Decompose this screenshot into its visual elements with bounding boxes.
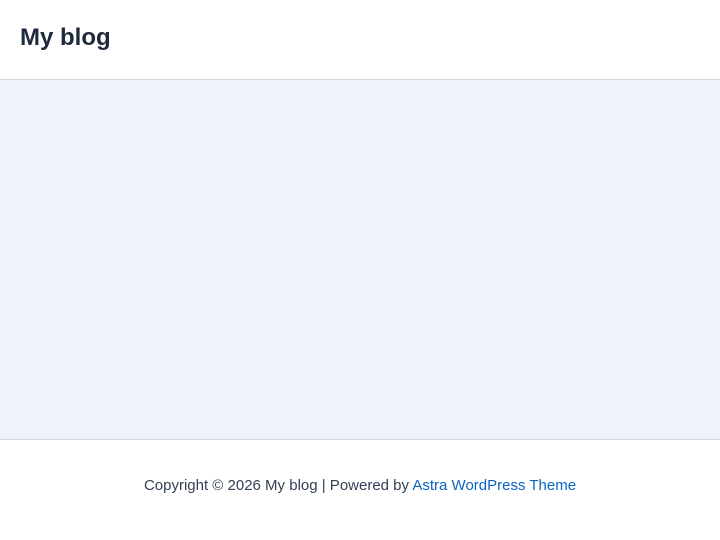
site-footer: Copyright © 2026 My blog | Powered by As…	[0, 439, 720, 540]
site-title-link[interactable]: My blog	[20, 23, 111, 53]
main-content-area	[0, 80, 720, 439]
footer-copyright: Copyright © 2026 My blog | Powered by As…	[0, 476, 720, 496]
copyright-text: Copyright © 2026 My blog | Powered by	[143, 477, 413, 494]
site-header: My blog	[0, 0, 720, 80]
astra-theme-link[interactable]: Astra WordPress Theme	[412, 477, 576, 494]
